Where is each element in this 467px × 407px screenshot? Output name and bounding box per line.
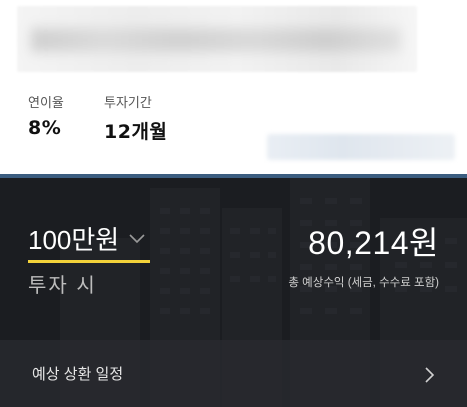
chevron-right-icon xyxy=(425,367,435,383)
product-summary: 연이율 8% 투자기간 12개월 xyxy=(0,0,467,174)
expected-return: 80,214원 총 예상수익 (세금, 수수료 포함) xyxy=(288,218,439,290)
investment-period-label: 투자기간 xyxy=(104,96,152,111)
investment-amount-value: 100만원 xyxy=(28,225,120,255)
blurred-note xyxy=(267,134,455,160)
interest-rate-value: 8% xyxy=(28,117,62,139)
expected-return-total: 80,214원 xyxy=(308,225,439,261)
repayment-schedule-label: 예상 상환 일정 xyxy=(32,366,124,383)
investment-amount-dropdown[interactable]: 100만원 xyxy=(28,220,150,263)
interest-rate: 연이율 8% xyxy=(28,92,64,139)
investment-amount-label: 투자 시 xyxy=(28,275,97,297)
repayment-schedule-link[interactable]: 예상 상환 일정 xyxy=(0,340,467,407)
investment-amount-group: 100만원 투자 시 xyxy=(28,220,150,298)
chevron-down-icon xyxy=(129,233,145,243)
blurred-product-title xyxy=(17,6,417,72)
return-calculator-panel: 100만원 투자 시 80,214원 총 예상수익 (세금, 수수료 포함) 예… xyxy=(0,174,467,407)
interest-rate-label: 연이율 xyxy=(28,96,64,111)
investment-period-value: 12개월 xyxy=(104,121,168,143)
expected-return-caption: 총 예상수익 (세금, 수수료 포함) xyxy=(288,277,439,289)
investment-period: 투자기간 12개월 xyxy=(104,92,167,144)
